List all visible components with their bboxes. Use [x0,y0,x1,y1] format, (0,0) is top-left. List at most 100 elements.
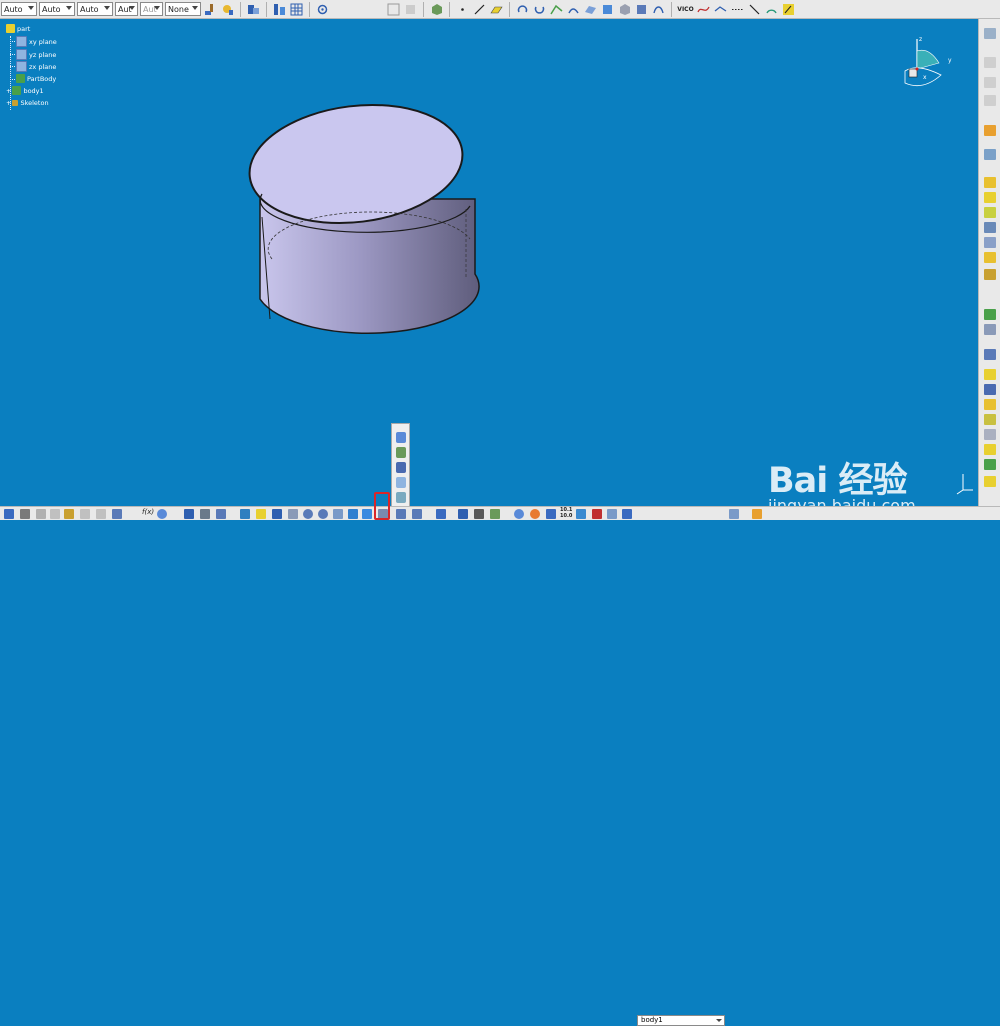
sketcher-icon[interactable] [984,149,996,160]
slot-icon[interactable] [984,269,996,280]
tools-icon[interactable] [576,509,586,519]
work-object-icon[interactable] [607,509,617,519]
comment-icon[interactable] [157,509,167,519]
solid-icon[interactable] [617,2,632,17]
layer-combo[interactable]: Aut [140,2,163,16]
analysis-icon[interactable] [272,2,287,17]
sketch-grid-icon[interactable] [386,2,401,17]
revolve-icon[interactable] [532,2,547,17]
iso-view-icon[interactable] [348,509,358,519]
formula-button[interactable]: f(x) [142,508,154,516]
fillet-icon[interactable] [984,309,996,320]
sphere-solid-icon[interactable] [396,477,406,488]
update-icon[interactable] [752,509,762,519]
scale-icon[interactable] [984,459,996,470]
pattern-icon[interactable] [984,444,996,455]
fit-all-icon[interactable] [256,509,266,519]
compass-widget[interactable] [903,33,953,91]
blend-icon[interactable] [566,2,581,17]
box-solid-icon[interactable] [396,462,406,473]
shell-icon[interactable] [984,369,996,380]
cone-solid-icon[interactable] [396,447,406,458]
line-color-combo[interactable]: Auto [1,2,37,16]
pocket-icon[interactable] [984,192,996,203]
cylinder-3d-model[interactable] [240,99,485,339]
measure-item-icon[interactable] [474,509,484,519]
paste-icon[interactable] [64,509,74,519]
connect-icon[interactable] [713,2,728,17]
hide-show-icon[interactable] [412,509,422,519]
box-icon[interactable] [634,2,649,17]
expand-plus-icon[interactable]: + [6,99,11,107]
torus-solid-icon[interactable] [396,492,406,503]
draft-icon[interactable] [984,349,996,360]
line-thickness-combo[interactable]: Auto [77,2,113,16]
tree-node-partbody[interactable]: PartBody [16,74,56,83]
chamfer-icon[interactable] [984,324,996,335]
grid-snap-icon[interactable] [592,509,602,519]
current-body-dropdown[interactable]: body1 [637,1015,725,1026]
properties-icon[interactable] [220,2,235,17]
define-work-object-icon[interactable] [729,509,739,519]
tree-node-body1[interactable]: + body1 [6,86,44,95]
disabled-tool-icon[interactable] [984,95,996,106]
copy-icon[interactable] [50,509,60,519]
tree-node-zx-plane[interactable]: zx plane [16,61,56,72]
rotate-view-icon[interactable] [288,509,298,519]
cut-icon[interactable] [36,509,46,519]
spline-icon[interactable] [696,2,711,17]
surface-icon[interactable] [583,2,598,17]
print-icon[interactable] [20,509,30,519]
thread-icon[interactable] [984,399,996,410]
groove-icon[interactable] [984,222,996,233]
pad-icon[interactable] [984,177,996,188]
render-style-combo[interactable]: None [165,2,201,16]
tree-node-part[interactable]: part [6,24,30,33]
expand-plus-icon[interactable]: + [6,87,11,95]
undo-icon[interactable] [80,509,90,519]
arc-icon[interactable] [764,2,779,17]
fly-mode-icon[interactable] [240,509,250,519]
normal-view-icon[interactable] [333,509,343,519]
redo-icon[interactable] [96,509,106,519]
line-type-combo[interactable]: Auto [39,2,75,16]
thickness-icon[interactable] [984,384,996,395]
translate-icon[interactable] [984,414,996,425]
sketch-icon[interactable] [403,2,418,17]
shaft-icon[interactable] [984,207,996,218]
split-icon[interactable] [984,476,996,487]
mirror-icon[interactable] [984,429,996,440]
axis-system-icon[interactable] [546,509,556,519]
paint-brush-icon[interactable] [203,2,218,17]
hole-icon[interactable] [984,237,996,248]
swap-visible-icon[interactable] [436,509,446,519]
sketch-yellow-icon[interactable] [781,2,796,17]
view-icon[interactable] [984,28,996,39]
pan-icon[interactable] [272,509,282,519]
dotted-line-icon[interactable] [730,2,745,17]
cylinder-solid-icon[interactable] [396,432,406,443]
tree-node-skeleton[interactable]: + Skeleton [6,99,49,107]
plane-icon[interactable] [489,2,504,17]
shading-icon[interactable] [396,509,406,519]
disabled-tool-icon[interactable] [984,57,996,68]
body-selector-icon[interactable] [622,509,632,519]
zoom-in-icon[interactable] [303,509,313,519]
link-icon[interactable] [514,509,524,519]
tree-node-yz-plane[interactable]: yz plane [16,49,56,60]
help-icon[interactable] [112,509,122,519]
multi-view-icon[interactable] [362,509,372,519]
zoom-out-icon[interactable] [318,509,328,519]
curve-icon[interactable] [651,2,666,17]
catalog-browser-icon[interactable] [530,509,540,519]
mass-icon[interactable] [490,509,500,519]
tree-node-xy-plane[interactable]: xy plane [16,36,57,47]
part-design-icon[interactable] [429,2,444,17]
line-icon[interactable] [472,2,487,17]
save-icon[interactable] [4,509,14,519]
table-icon[interactable] [184,509,194,519]
vico-button[interactable]: VICO [677,2,694,17]
disabled-tool-icon[interactable] [984,77,996,88]
3d-viewport[interactable]: part xy plane yz plane zx plane PartBody… [0,19,978,506]
point-icon[interactable] [455,2,470,17]
